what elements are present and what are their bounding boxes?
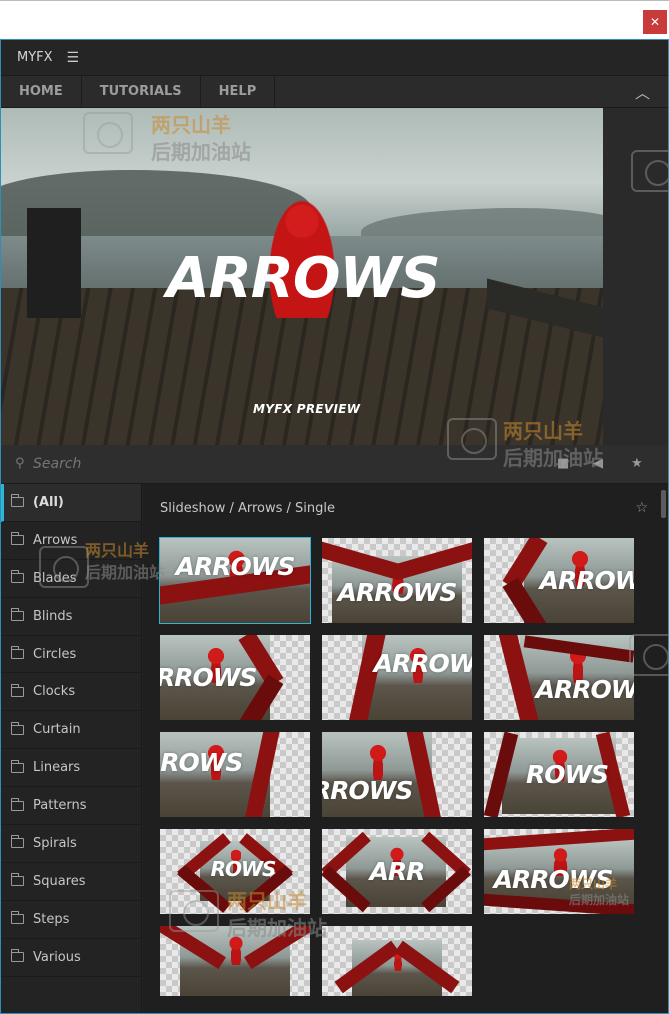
thumbnail-tile[interactable]: ARROWS — [322, 732, 472, 817]
thumbnail-tile[interactable] — [160, 926, 310, 996]
watermark-camera-icon — [169, 890, 219, 932]
watermark-camera-icon — [83, 112, 133, 154]
sidebar-item-label: Spirals — [33, 835, 77, 851]
thumbnail-word: ARROWS — [337, 578, 458, 607]
sidebar-item-linears[interactable]: Linears — [1, 749, 141, 788]
sidebar-item-label: Squares — [33, 873, 86, 889]
preview-subtitle: MYFX PREVIEW — [253, 402, 361, 416]
sidebar-item-label: Steps — [33, 911, 70, 927]
top-nav: HOME TUTORIALS HELP ︿ — [1, 76, 668, 108]
myfx-panel: MYFX ☰ HOME TUTORIALS HELP ︿ ARROWS MYFX… — [0, 39, 669, 1014]
folder-icon — [11, 494, 24, 508]
watermark-camera-icon — [631, 150, 668, 192]
thumbnail-tile[interactable]: ARROWS — [484, 829, 634, 914]
thumbnail-tile[interactable]: ROWS — [484, 732, 634, 817]
folder-icon — [11, 835, 24, 849]
thumbnail-word: ARROWS — [373, 649, 472, 678]
folder-icon — [11, 911, 24, 925]
search-input[interactable] — [33, 453, 333, 475]
sidebar-item-label: Circles — [33, 646, 77, 662]
tab-help[interactable]: HELP — [201, 76, 276, 107]
sidebar-item-various[interactable]: Various — [1, 939, 141, 977]
transition-browser: Slideshow / Arrows / Single ☆ ARROWS ARR… — [143, 484, 668, 1013]
sidebar-item-label: (All) — [33, 494, 64, 510]
folder-icon — [11, 873, 24, 887]
thumbnail-tile[interactable] — [322, 926, 472, 996]
thumbnail-word: ROWS — [210, 857, 277, 881]
folder-icon — [11, 608, 24, 622]
preview-image: ARROWS MYFX PREVIEW — [1, 108, 603, 445]
sidebar-item-label: Linears — [33, 760, 81, 776]
thumbnail-tile[interactable]: ARROWS — [322, 635, 472, 720]
sidebar-item-label: Clocks — [33, 684, 76, 700]
thumbnail-grid: ARROWS ARROWS ARROWS ARROWS — [159, 537, 640, 1008]
sidebar-item-all[interactable]: (All) — [1, 484, 141, 522]
thumbnail-word: ARROWS — [535, 675, 634, 704]
folder-icon — [11, 683, 24, 697]
watermark-camera-icon — [629, 634, 668, 676]
search-bar: ⚲ ■ ◀ ★ — [1, 445, 668, 484]
sidebar-item-clocks[interactable]: Clocks — [1, 673, 141, 712]
thumbnail-tile[interactable]: ARROWS — [484, 635, 634, 720]
app-header: MYFX ☰ — [1, 40, 668, 76]
sidebar-item-blinds[interactable]: Blinds — [1, 598, 141, 636]
thumbnail-tile[interactable]: ARROWS — [160, 732, 310, 817]
sidebar-item-label: Various — [33, 949, 81, 965]
watermark-camera-icon — [447, 418, 497, 460]
sidebar-item-label: Patterns — [33, 798, 87, 814]
thumbnail-word: ARROWS — [322, 776, 413, 805]
sidebar-item-label: Blinds — [33, 608, 73, 624]
search-icon: ⚲ — [15, 456, 25, 471]
thumbnail-tile[interactable]: ARROWS — [159, 537, 311, 624]
folder-icon — [11, 646, 24, 659]
sidebar-item-spirals[interactable]: Spirals — [1, 825, 141, 863]
sidebar-item-circles[interactable]: Circles — [1, 636, 141, 674]
favorite-star-icon[interactable]: ☆ — [635, 500, 648, 516]
chevron-up-icon[interactable]: ︿ — [635, 82, 650, 103]
sidebar-item-curtain[interactable]: Curtain — [1, 711, 141, 750]
preview-post — [27, 208, 81, 318]
thumbnail-tile[interactable]: ARROWS — [160, 635, 310, 720]
scrollbar[interactable] — [661, 490, 666, 518]
thumbnail-tile[interactable]: ARR — [322, 829, 472, 914]
hamburger-icon[interactable]: ☰ — [67, 50, 80, 66]
folder-icon — [11, 532, 24, 546]
stop-icon[interactable]: ■ — [557, 456, 569, 471]
watermark-camera-icon — [39, 546, 89, 588]
sidebar-item-patterns[interactable]: Patterns — [1, 787, 141, 826]
thumbnail-word: ARROWS — [175, 552, 296, 581]
thumbnail-word: ARROWS — [539, 566, 634, 595]
folder-icon — [11, 570, 24, 584]
tab-tutorials[interactable]: TUTORIALS — [82, 76, 201, 107]
folder-icon — [11, 949, 24, 963]
tab-home[interactable]: HOME — [1, 76, 82, 107]
sidebar-item-squares[interactable]: Squares — [1, 863, 141, 901]
thumbnail-tile[interactable]: ARROWS — [484, 538, 634, 623]
thumbnail-word: ARR — [369, 857, 426, 886]
thumbnail-word: ROWS — [525, 760, 609, 789]
thumbnail-word: ARROWS — [160, 663, 257, 692]
sidebar-item-steps[interactable]: Steps — [1, 901, 141, 939]
thumbnail-word: ARROWS — [160, 748, 243, 777]
star-filled-icon[interactable]: ★ — [631, 456, 643, 471]
window-titlebar: ✕ — [0, 0, 669, 39]
breadcrumb: Slideshow / Arrows / Single — [160, 501, 336, 516]
volume-icon[interactable]: ◀ — [593, 456, 603, 471]
sidebar-item-label: Curtain — [33, 722, 81, 738]
folder-icon — [11, 797, 24, 811]
thumbnail-word: ARROWS — [493, 865, 614, 894]
close-window-button[interactable]: ✕ — [643, 10, 667, 34]
folder-icon — [11, 721, 24, 735]
app-name: MYFX — [17, 50, 53, 65]
folder-icon — [11, 759, 24, 773]
thumbnail-tile[interactable]: ARROWS — [322, 538, 472, 623]
preview-title: ARROWS — [166, 246, 440, 311]
